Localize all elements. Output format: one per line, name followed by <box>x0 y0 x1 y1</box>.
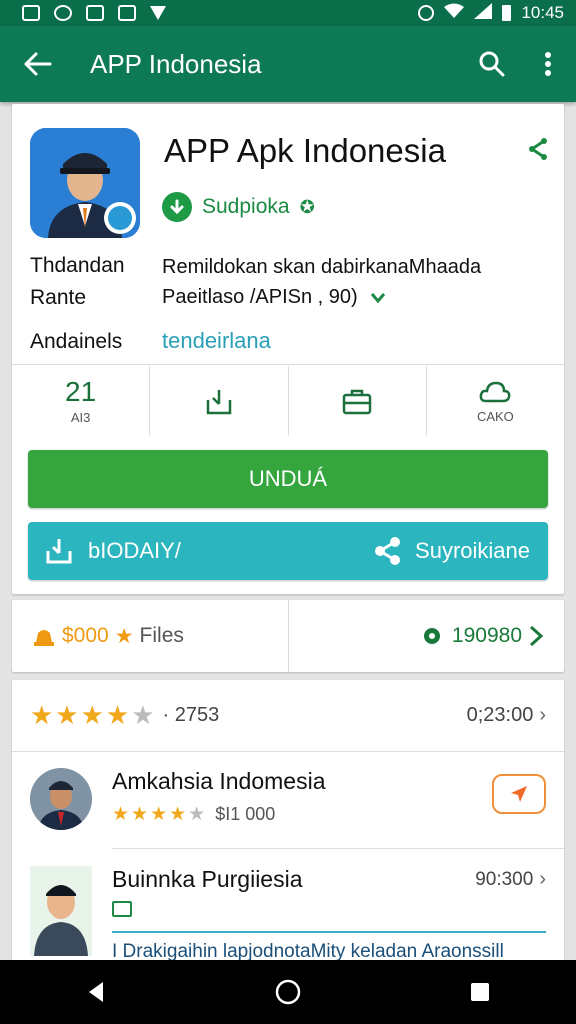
meta-value-1: Remildokan skan dabirkanaMhaada <box>162 256 482 278</box>
download-icon <box>206 390 232 415</box>
location-icon <box>150 6 166 20</box>
gmail-icon <box>86 5 104 21</box>
briefcase-icon <box>342 389 372 415</box>
meta-label-1: Thdandan <box>30 254 125 277</box>
secondary-right-label: Suyroikiane <box>415 538 530 563</box>
meta-value-1b-row[interactable]: Paeitlaso /APISn , 90) <box>162 286 386 309</box>
nav-recents-icon <box>471 983 489 1001</box>
summary-left-value: $000 <box>62 624 109 647</box>
rating-count: · 2753 <box>162 704 220 726</box>
play-arrow-icon <box>529 625 544 647</box>
cloud-icon <box>479 381 511 402</box>
stats-row: 21 AI3 CAKO <box>12 366 564 436</box>
meta-label-1b: Rante <box>30 286 87 309</box>
nav-back-icon <box>89 982 103 1002</box>
stat-downloads: 21 AI3 <box>12 366 151 436</box>
rating-stars: ★★★★★ <box>30 700 157 730</box>
divider <box>12 364 564 365</box>
stat-size <box>150 366 289 436</box>
app-icon <box>30 128 140 238</box>
install-label: UNDUÁ <box>248 466 328 491</box>
stat-similar: CAKO <box>427 366 564 436</box>
avatar <box>30 866 92 956</box>
system-nav-bar <box>0 960 576 1024</box>
app-detail-card: APP Apk Indonesia Sudpioka ✪ Thdandan Ra… <box>12 104 564 594</box>
upload-icon <box>46 539 72 564</box>
meta-value-1b: Paeitlaso /APISn , 90) <box>162 286 358 308</box>
back-arrow-icon <box>24 52 52 76</box>
search-button[interactable] <box>464 26 520 102</box>
chevron-right-icon: › <box>539 868 546 890</box>
developer-name: Sudpioka <box>202 195 290 218</box>
summary-left[interactable]: $000 ★ Files <box>12 600 289 672</box>
developer-row[interactable]: Sudpioka ✪ <box>162 192 315 222</box>
nav-home-icon <box>275 979 301 1005</box>
share-button[interactable] <box>524 136 550 162</box>
stat-rating <box>289 366 427 436</box>
nav-home-button[interactable] <box>258 962 318 1022</box>
chevron-right-icon: › <box>539 704 546 726</box>
item-title: Buinnka Purgiiesia <box>112 866 303 892</box>
gear-icon <box>423 628 440 644</box>
search-icon <box>479 51 505 77</box>
stat-label: CAKO <box>476 408 514 424</box>
item-description: I Drakigaihin lapjodnotaMity keladan Ara… <box>112 931 546 963</box>
status-time: 10:45 <box>521 3 564 22</box>
divider <box>112 848 564 849</box>
badge-star-icon: ✪ <box>299 196 315 217</box>
stat-value: 21 <box>65 375 97 407</box>
bell-icon <box>34 630 54 646</box>
nav-back-button[interactable] <box>66 962 126 1022</box>
more-vert-icon <box>545 52 551 76</box>
summary-left-label: Files <box>139 624 184 647</box>
install-button[interactable]: UNDUÁ <box>28 450 548 508</box>
reviews-card: ★★★★★ · 2753 0;23:00 › Amkahsia Indomesi… <box>12 680 564 970</box>
share-icon <box>529 138 547 160</box>
tag-icon <box>112 901 132 917</box>
more-options-button[interactable] <box>520 26 576 102</box>
item-title: Amkahsia Indomesia <box>112 768 326 794</box>
app-name: APP Apk Indonesia <box>164 132 446 169</box>
item-stars: ★★★★★ <box>112 804 208 825</box>
alarm-icon <box>418 5 435 21</box>
wifi-icon <box>444 3 465 24</box>
app-bar: APP Indonesia <box>0 26 576 102</box>
summary-card: $000 ★ Files 190980 <box>12 600 564 672</box>
list-item[interactable]: Buinnka Purgiiesia 90:300 › I Drakigaihi… <box>12 866 564 963</box>
nav-recents-button[interactable] <box>450 962 510 1022</box>
meta-label-2: Andainels <box>30 330 123 353</box>
stat-label: AI3 <box>70 409 91 425</box>
star-icon: ★ <box>114 624 134 648</box>
rating-time: 0;23:00 <box>466 704 534 726</box>
navigate-button[interactable] <box>492 774 546 814</box>
list-item[interactable]: Amkahsia Indomesia ★★★★★ $I1 000 <box>12 768 564 830</box>
secondary-left-label: bIODAIY/ <box>88 538 181 563</box>
rating-row[interactable]: ★★★★★ · 2753 0;23:00 › <box>12 680 564 752</box>
summary-right-value: 190980 <box>451 624 522 647</box>
verified-icon <box>162 192 192 222</box>
news-icon <box>118 5 136 21</box>
share-nodes-icon <box>375 537 401 565</box>
signal-icon <box>474 2 493 24</box>
expand-chevron-icon <box>370 292 385 303</box>
battery-icon <box>502 5 512 21</box>
meta-link[interactable]: tendeirlana <box>162 328 271 354</box>
back-button[interactable] <box>0 26 76 102</box>
secondary-button[interactable]: bIODAIY/ Suyroikiane <box>28 522 548 580</box>
summary-right[interactable]: 190980 <box>289 600 565 672</box>
app-bar-title: APP Indonesia <box>90 48 262 79</box>
avatar <box>30 768 92 830</box>
status-bar: 10:45 <box>0 0 576 26</box>
item-price: $I1 000 <box>215 804 276 824</box>
messenger-icon <box>54 5 72 21</box>
item-time: 90:300 <box>475 868 534 890</box>
navigation-icon <box>511 786 527 802</box>
notification-icon <box>22 5 40 21</box>
